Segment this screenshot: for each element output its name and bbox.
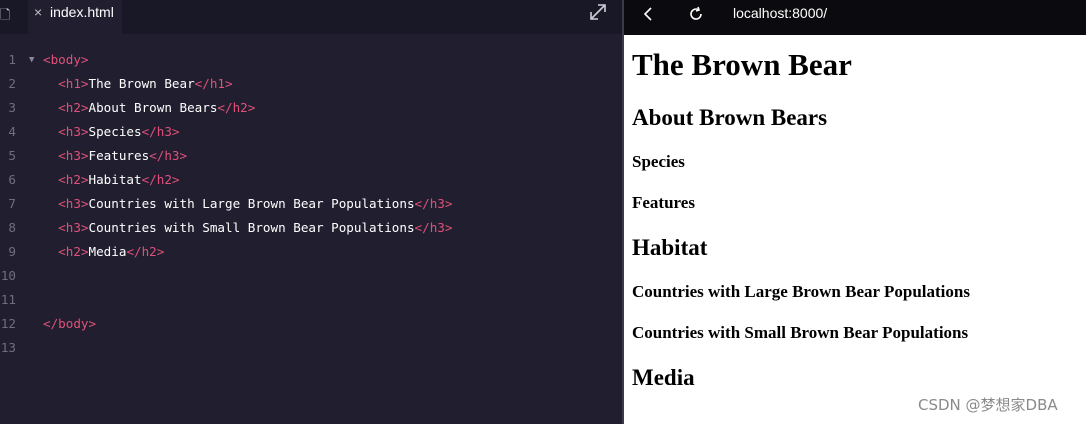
page-h3-small-populations: Countries with Small Brown Bear Populati… bbox=[632, 323, 969, 342]
page-h2-about: About Brown Bears bbox=[632, 105, 828, 130]
code-text: <h3>Features</h3> bbox=[43, 144, 187, 168]
line-number: 9 bbox=[8, 244, 16, 259]
watermark: CSDN @梦想家DBA bbox=[918, 396, 1058, 414]
code-text: <h3>Countries with Large Brown Bear Popu… bbox=[43, 192, 452, 216]
code-text: <h3>Species</h3> bbox=[43, 120, 180, 144]
line-number: 6 bbox=[8, 172, 16, 187]
code-line[interactable]: 3 <h2>About Brown Bears</h2> bbox=[0, 96, 622, 120]
code-text: <h2>Media</h2> bbox=[43, 240, 164, 264]
close-tag: </h3> bbox=[141, 124, 180, 139]
open-tag: <h3> bbox=[58, 220, 89, 235]
open-tag: <h3> bbox=[58, 148, 89, 163]
code-line[interactable]: 11 bbox=[0, 288, 622, 312]
file-icon[interactable]: 🗋 bbox=[0, 8, 10, 22]
code-line[interactable]: 5 <h3>Features</h3> bbox=[0, 144, 622, 168]
code-line[interactable]: 7 <h3>Countries with Large Brown Bear Po… bbox=[0, 192, 622, 216]
tag-content: Habitat bbox=[88, 172, 142, 187]
close-tag: </h2> bbox=[141, 172, 180, 187]
code-text: <body> bbox=[43, 48, 89, 72]
line-number: 13 bbox=[0, 340, 16, 355]
address-bar[interactable]: localhost:8000/ bbox=[733, 5, 827, 21]
editor-tab-bar: 🗋 × index.html bbox=[0, 0, 622, 34]
tag-content: Species bbox=[88, 124, 142, 139]
line-number: 2 bbox=[8, 76, 16, 91]
page-h1-title: The Brown Bear bbox=[632, 47, 852, 82]
open-tag: <body> bbox=[43, 52, 89, 67]
code-line[interactable]: 8 <h3>Countries with Small Brown Bear Po… bbox=[0, 216, 622, 240]
code-line[interactable]: 6 <h2>Habitat</h2> bbox=[0, 168, 622, 192]
open-tag: <h2> bbox=[58, 244, 89, 259]
close-tag: </h3> bbox=[414, 196, 453, 211]
line-number: 8 bbox=[8, 220, 16, 235]
page-h2-media: Media bbox=[632, 365, 695, 390]
tag-content: Countries with Large Brown Bear Populati… bbox=[88, 196, 415, 211]
line-number: 4 bbox=[8, 124, 16, 139]
open-tag: <h3> bbox=[58, 124, 89, 139]
code-text: <h3>Countries with Small Brown Bear Popu… bbox=[43, 216, 452, 240]
code-line[interactable]: 9 <h2>Media</h2> bbox=[0, 240, 622, 264]
expand-icon[interactable] bbox=[588, 2, 608, 22]
tab-label[interactable]: index.html bbox=[50, 4, 114, 20]
code-text: <h2>Habitat</h2> bbox=[43, 168, 180, 192]
code-line[interactable]: 2 <h1>The Brown Bear</h1> bbox=[0, 72, 622, 96]
line-number: 5 bbox=[8, 148, 16, 163]
close-tag: </h2> bbox=[217, 100, 256, 115]
open-tag: <h2> bbox=[58, 172, 89, 187]
open-tag: <h3> bbox=[58, 196, 89, 211]
browser-preview: localhost:8000/ The Brown Bear About Bro… bbox=[624, 0, 1086, 424]
close-tag: </h3> bbox=[149, 148, 188, 163]
fold-arrow-icon[interactable]: ▼ bbox=[29, 48, 34, 72]
tag-content: About Brown Bears bbox=[88, 100, 218, 115]
code-editor[interactable]: 🗋 × index.html 1 ▼ <body> 2 <h1>The Brown B… bbox=[0, 0, 622, 424]
code-text: <h1>The Brown Bear</h1> bbox=[43, 72, 233, 96]
page-h3-features: Features bbox=[632, 193, 695, 212]
code-line[interactable]: 13 bbox=[0, 336, 622, 360]
code-line[interactable]: 1 ▼ <body> bbox=[0, 48, 622, 72]
browser-toolbar: localhost:8000/ bbox=[624, 0, 1086, 35]
back-arrow-icon[interactable] bbox=[638, 4, 658, 24]
tab-index-html[interactable]: × index.html bbox=[28, 0, 122, 34]
page-h3-species: Species bbox=[632, 152, 685, 171]
code-text: <h2>About Brown Bears</h2> bbox=[43, 96, 255, 120]
close-tag: </h3> bbox=[414, 220, 453, 235]
open-tag: </body> bbox=[43, 316, 97, 331]
code-text: </body> bbox=[43, 312, 96, 336]
tag-content: Media bbox=[88, 244, 127, 259]
open-tag: <h2> bbox=[58, 100, 89, 115]
tag-content: Features bbox=[88, 148, 150, 163]
line-number: 7 bbox=[8, 196, 16, 211]
line-number: 11 bbox=[0, 292, 16, 307]
page-h2-habitat: Habitat bbox=[632, 235, 708, 260]
tag-content: The Brown Bear bbox=[88, 76, 195, 91]
line-number: 10 bbox=[0, 268, 16, 283]
close-tag: </h2> bbox=[126, 244, 165, 259]
code-line[interactable]: 12 </body> bbox=[0, 312, 622, 336]
code-line[interactable]: 10 bbox=[0, 264, 622, 288]
close-tag: </h1> bbox=[194, 76, 233, 91]
line-number: 12 bbox=[0, 316, 16, 331]
close-icon[interactable]: × bbox=[34, 4, 42, 20]
refresh-icon[interactable] bbox=[686, 4, 706, 24]
code-area[interactable]: 1 ▼ <body> 2 <h1>The Brown Bear</h1> 3 <h2>A… bbox=[0, 48, 622, 360]
page-h3-large-populations: Countries with Large Brown Bear Populati… bbox=[632, 282, 970, 301]
tag-content: Countries with Small Brown Bear Populati… bbox=[88, 220, 415, 235]
open-tag: <h1> bbox=[58, 76, 89, 91]
code-line[interactable]: 4 <h3>Species</h3> bbox=[0, 120, 622, 144]
line-number: 1 bbox=[8, 52, 16, 67]
line-number: 3 bbox=[8, 100, 16, 115]
